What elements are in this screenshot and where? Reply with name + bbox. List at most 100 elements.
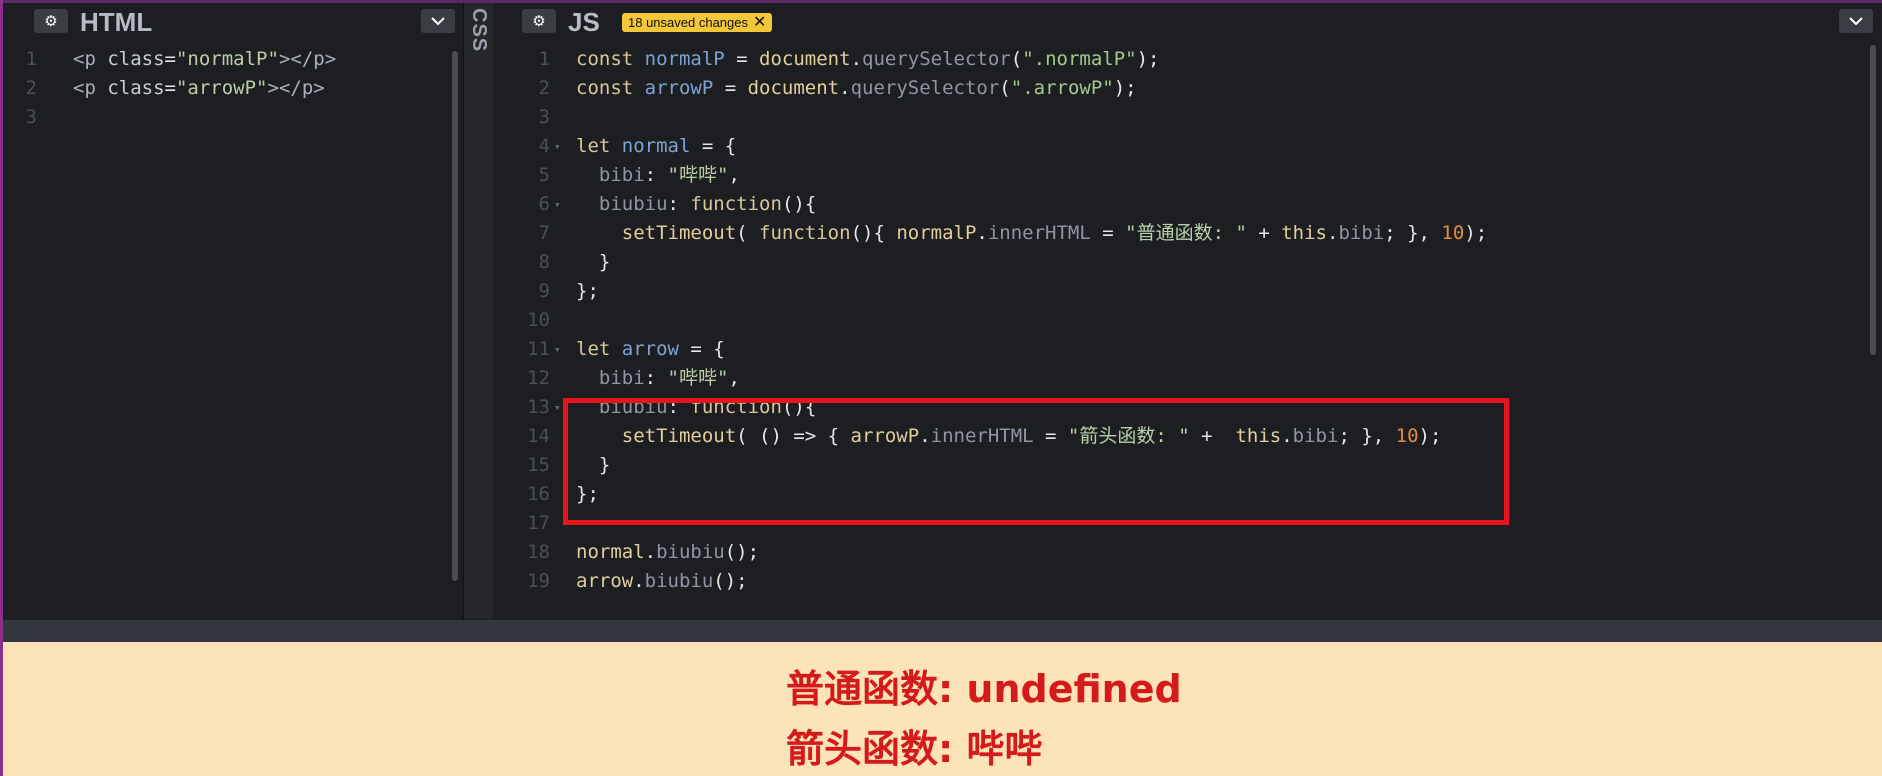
js-code-line[interactable]: 11 ▾ let arrow = { bbox=[516, 335, 1882, 364]
code-token: function bbox=[690, 193, 782, 215]
js-code-line[interactable]: 2 const arrowP = document.querySelector("… bbox=[516, 74, 1882, 103]
js-collapse-button[interactable] bbox=[1839, 9, 1873, 33]
js-code-line[interactable]: 3 bbox=[516, 103, 1882, 132]
line-number: 13 bbox=[527, 396, 550, 418]
js-code-editor[interactable]: 1 const normalP = document.querySelector(… bbox=[516, 45, 1882, 619]
code-token: } bbox=[576, 251, 611, 273]
html-code-line[interactable]: 1 <p class="normalP"></p> bbox=[3, 45, 463, 74]
code-token: function bbox=[759, 222, 851, 244]
fold-arrow-icon[interactable]: ▾ bbox=[554, 132, 561, 161]
code-text: biubiu: function(){ bbox=[576, 190, 816, 219]
code-token: + bbox=[1246, 222, 1282, 244]
code-token: querySelector bbox=[862, 48, 1011, 70]
code-token: ></p> bbox=[267, 77, 325, 99]
line-number: 7 bbox=[538, 222, 550, 244]
code-token: = { bbox=[678, 338, 725, 360]
js-scrollbar[interactable] bbox=[1870, 45, 1876, 355]
code-token: biubiu bbox=[656, 541, 725, 563]
result-preview: 普通函数: undefined 箭头函数: 哔哔 bbox=[3, 642, 1882, 776]
code-text: const normalP = document.querySelector("… bbox=[576, 45, 1159, 74]
code-token: : bbox=[644, 164, 668, 186]
code-token: "哔哔" bbox=[667, 367, 729, 389]
js-code-line[interactable]: 5 bibi: "哔哔", bbox=[516, 161, 1882, 190]
code-token: (){ bbox=[850, 222, 897, 244]
code-token: . bbox=[1327, 222, 1339, 244]
js-code-line[interactable]: 1 const normalP = document.querySelector(… bbox=[516, 45, 1882, 74]
code-token: biubiu bbox=[644, 570, 714, 592]
js-code-line[interactable]: 8 } bbox=[516, 248, 1882, 277]
line-number: 14 bbox=[527, 425, 550, 447]
js-code-line[interactable]: 12 bibi: "哔哔", bbox=[516, 364, 1882, 393]
code-token: ); bbox=[1113, 77, 1137, 99]
line-number: 17 bbox=[527, 512, 550, 534]
code-token: (); bbox=[724, 541, 760, 563]
code-token: let bbox=[576, 135, 622, 157]
html-collapse-button[interactable] bbox=[421, 9, 455, 33]
line-number: 2 bbox=[25, 77, 37, 99]
line-number: 16 bbox=[527, 483, 550, 505]
fold-arrow-icon[interactable]: ▾ bbox=[554, 393, 561, 422]
js-code-line[interactable]: 18 normal.biubiu(); bbox=[516, 538, 1882, 567]
code-token: (){ bbox=[781, 193, 817, 215]
code-token: this bbox=[1281, 222, 1327, 244]
code-token: ".arrowP" bbox=[1010, 77, 1114, 99]
line-number: 2 bbox=[538, 77, 550, 99]
close-icon[interactable]: ✕ bbox=[753, 14, 766, 30]
code-token: class bbox=[107, 77, 165, 99]
line-number: 1 bbox=[25, 48, 37, 70]
code-text: normal.biubiu(); bbox=[576, 538, 759, 567]
js-code-line[interactable]: 4 ▾ let normal = { bbox=[516, 132, 1882, 161]
fold-arrow-icon[interactable]: ▾ bbox=[554, 190, 561, 219]
code-text: const arrowP = document.querySelector(".… bbox=[576, 74, 1137, 103]
js-code-line[interactable]: 10 bbox=[516, 306, 1882, 335]
resize-bar[interactable] bbox=[0, 620, 1882, 642]
js-code-line[interactable]: 9}; bbox=[516, 277, 1882, 306]
code-token: let bbox=[576, 338, 622, 360]
js-code-line[interactable]: 6 ▾ biubiu: function(){ bbox=[516, 190, 1882, 219]
line-number: 3 bbox=[538, 106, 550, 128]
html-scrollbar[interactable] bbox=[452, 51, 458, 581]
js-code-line[interactable]: 19 arrow.biubiu(); bbox=[516, 567, 1882, 596]
code-text: bibi: "哔哔", bbox=[576, 161, 740, 190]
css-pane-collapsed[interactable] bbox=[463, 3, 495, 619]
code-text: let arrow = { bbox=[576, 335, 725, 364]
code-token: . bbox=[839, 77, 851, 99]
line-number: 6 bbox=[538, 193, 550, 215]
code-token: . bbox=[976, 222, 988, 244]
code-token: . bbox=[850, 48, 863, 70]
code-token: 10 bbox=[1441, 222, 1465, 244]
code-token: "普通函数: " bbox=[1125, 222, 1247, 244]
code-token: bibi bbox=[598, 367, 645, 389]
code-text: <p class="arrowP"></p> bbox=[73, 74, 325, 103]
unsaved-changes-badge[interactable]: 18 unsaved changes ✕ bbox=[622, 13, 773, 32]
code-token: . bbox=[633, 570, 645, 592]
html-pane-header: ⚙ HTML bbox=[3, 3, 463, 39]
html-code-line[interactable]: 3 bbox=[3, 103, 463, 132]
pane-divider[interactable] bbox=[493, 3, 516, 619]
js-settings-button[interactable]: ⚙ bbox=[522, 9, 556, 33]
code-token: . bbox=[644, 541, 657, 563]
code-token: }; bbox=[576, 280, 599, 302]
code-token: bibi bbox=[1338, 222, 1385, 244]
js-pane-title: JS bbox=[568, 7, 600, 37]
code-token: ); bbox=[1464, 222, 1488, 244]
code-token: = bbox=[724, 48, 760, 70]
line-number: 10 bbox=[527, 309, 550, 331]
html-code-line[interactable]: 2 <p class="arrowP"></p> bbox=[3, 74, 463, 103]
arrow-output-text: 箭头函数: 哔哔 bbox=[786, 727, 1043, 771]
gear-icon: ⚙ bbox=[532, 12, 546, 30]
code-token: "normalP" bbox=[175, 48, 279, 70]
code-token: ".normalP" bbox=[1022, 48, 1137, 70]
code-token: , bbox=[728, 367, 740, 389]
html-settings-button[interactable]: ⚙ bbox=[34, 9, 68, 33]
fold-arrow-icon[interactable]: ▾ bbox=[554, 335, 561, 364]
code-token: = bbox=[164, 77, 176, 99]
js-code-line[interactable]: 7 setTimeout( function(){ normalP.innerH… bbox=[516, 219, 1882, 248]
css-pane-title[interactable]: CSS bbox=[467, 8, 490, 52]
annotation-highlight-box bbox=[563, 398, 1509, 525]
html-code-editor[interactable]: 1 <p class="normalP"></p> 2 <p class="arrow… bbox=[3, 45, 463, 619]
code-token: biubiu bbox=[598, 193, 668, 215]
